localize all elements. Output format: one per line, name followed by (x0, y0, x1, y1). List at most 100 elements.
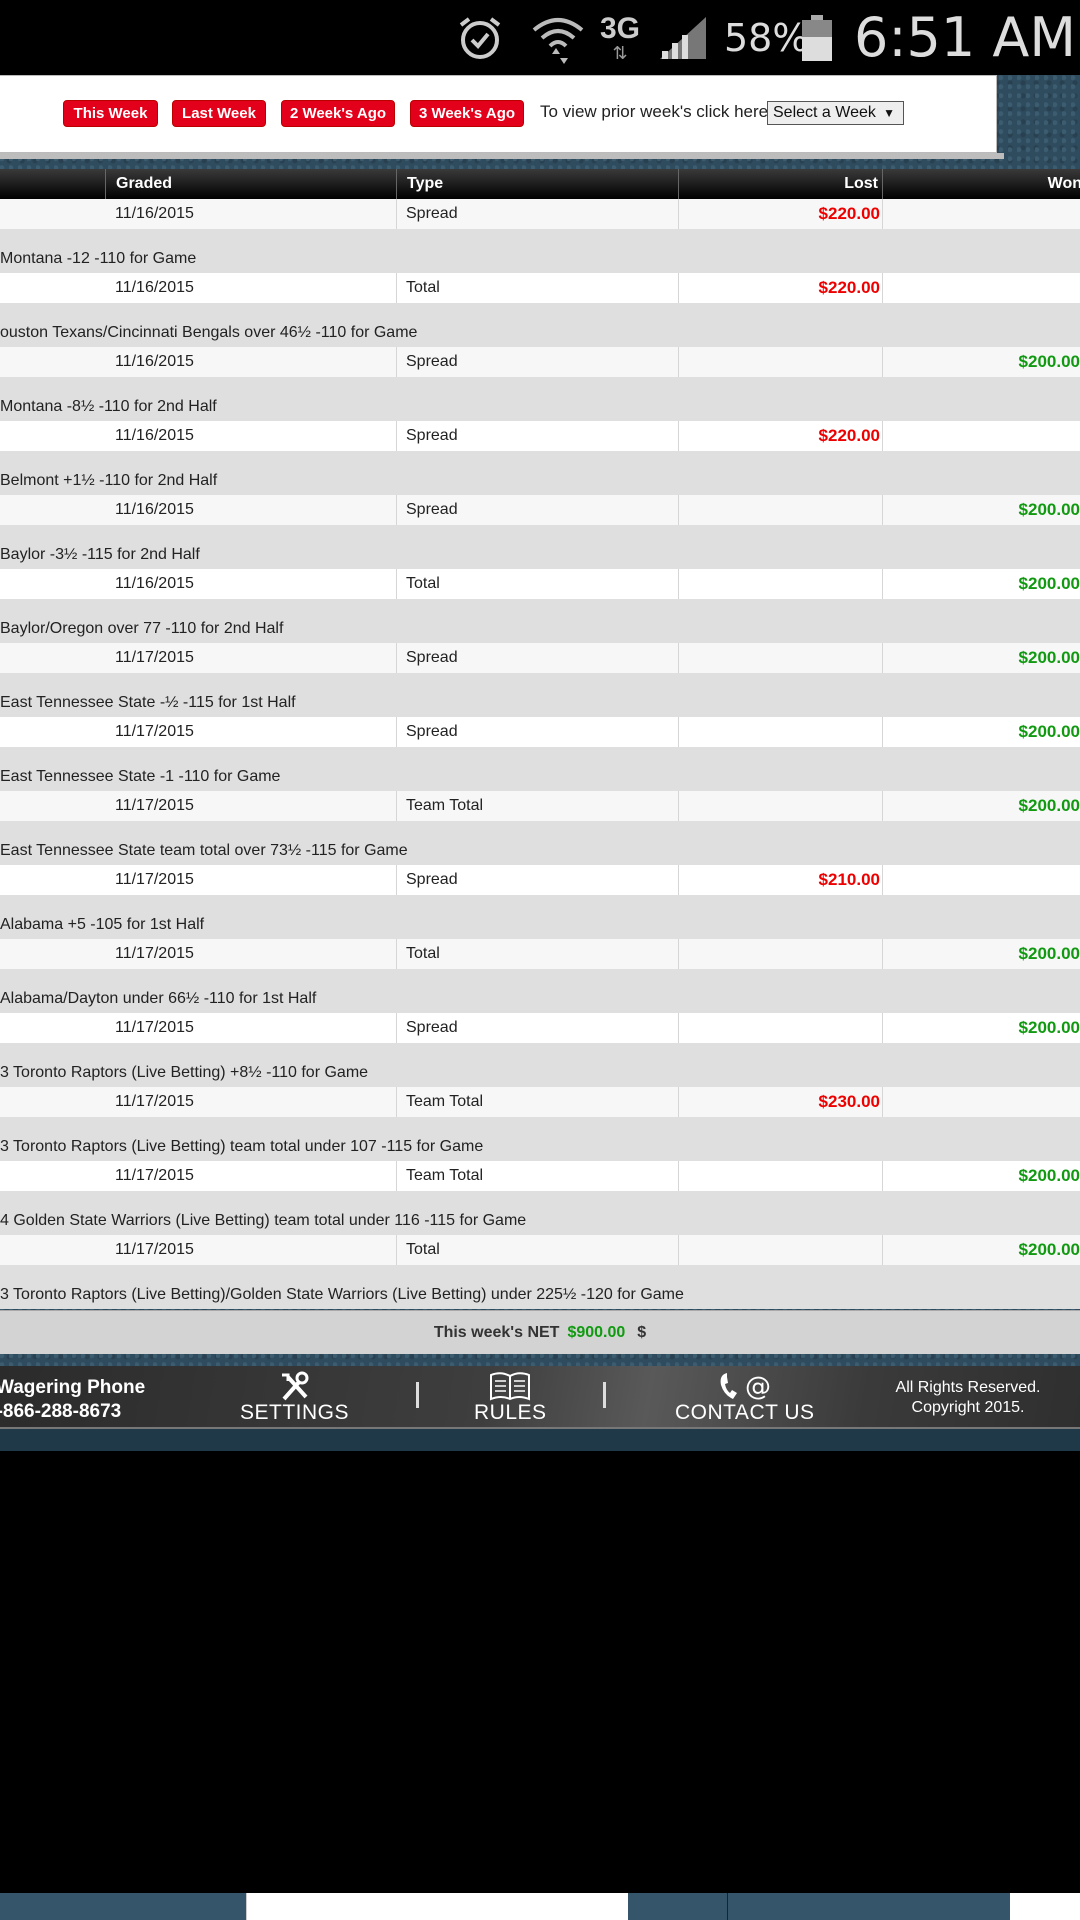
lost-amount (680, 569, 880, 599)
signal-icon (656, 0, 710, 75)
graded-date: 11/16/2015 (115, 575, 194, 592)
lost-amount (680, 347, 880, 377)
graded-date: 11/17/2015 (115, 649, 194, 666)
bet-description-row: East Tennessee State -½ -115 for 1st Hal… (0, 673, 1080, 717)
bet-description: Baylor/Oregon over 77 -110 for 2nd Half (0, 620, 284, 637)
phone-email-icon: @ (720, 1372, 771, 1401)
week-filter-panel: This Week Last Week 2 Week's Ago 3 Week'… (0, 75, 997, 153)
mobile-data-icon: 3G ⇅ (600, 11, 641, 63)
header-graded: Graded (105, 169, 396, 199)
svg-text:@: @ (745, 1372, 771, 1401)
settings-label: SETTINGS (240, 1401, 350, 1424)
wager-type: Team Total (406, 1093, 484, 1110)
footer-separator (416, 1382, 419, 1408)
copyright: All Rights Reserved. Copyright 2015. (882, 1378, 1054, 1418)
bottom-table-fragment (246, 1893, 628, 1920)
graded-date: 11/17/2015 (115, 945, 194, 962)
graded-date: 11/17/2015 (115, 1241, 194, 1258)
table-row: 11/16/2015 Total $200.00 (0, 569, 1080, 599)
won-amount: $200.00 (1018, 1018, 1080, 1037)
won-amount: $200.00 (1018, 574, 1080, 593)
lost-amount (680, 643, 880, 673)
table-row: 11/17/2015 Team Total $230.00 (0, 1087, 1080, 1117)
battery-icon (800, 0, 834, 75)
status-bar: 3G ⇅ 58% 6:51 AM (0, 0, 1080, 75)
footer-separator (603, 1382, 606, 1408)
rules-link[interactable]: RULES (474, 1371, 547, 1425)
phone-number[interactable]: 1-866-288-8673 (0, 1400, 145, 1424)
wager-type: Total (406, 945, 440, 962)
bet-description: East Tennessee State -½ -115 for 1st Hal… (0, 694, 296, 711)
table-row: 11/16/2015 Spread $200.00 (0, 347, 1080, 377)
table-row: 11/17/2015 Spread $200.00 (0, 717, 1080, 747)
bet-description: 3 Toronto Raptors (Live Betting) +8½ -11… (0, 1064, 369, 1081)
wager-type: Total (406, 279, 440, 296)
bet-description-row: Baylor/Oregon over 77 -110 for 2nd Half (0, 599, 1080, 643)
tools-icon (281, 1371, 308, 1401)
clock: 6:51 AM (854, 6, 1076, 69)
week-select[interactable]: Select a Week ▼ (767, 101, 904, 125)
wager-type: Spread (406, 723, 458, 740)
lost-amount: $210.00 (818, 870, 880, 889)
last-week-button[interactable]: Last Week (172, 100, 266, 127)
week-select-value: Select a Week (773, 104, 876, 121)
bet-description-row: Belmont +1½ -110 for 2nd Half (0, 451, 1080, 495)
graded-date: 11/16/2015 (115, 205, 194, 222)
weekly-net-bar: This week's NET $900.00 $ (0, 1310, 1080, 1354)
table-row: 11/17/2015 Total $200.00 (0, 939, 1080, 969)
bet-description: East Tennessee State team total over 73½… (0, 842, 408, 859)
this-week-button[interactable]: This Week (63, 100, 158, 127)
bet-description-row: Baylor -3½ -115 for 2nd Half (0, 525, 1080, 569)
table-row: 11/16/2015 Spread $220.00 (0, 421, 1080, 451)
bet-description-row: Alabama +5 -105 for 1st Half (0, 895, 1080, 939)
won-amount: $200.00 (1018, 1166, 1080, 1185)
three-weeks-ago-button[interactable]: 3 Week's Ago (410, 100, 524, 127)
wager-type: Spread (406, 1019, 458, 1036)
bet-description-row: 3 Toronto Raptors (Live Betting) team to… (0, 1117, 1080, 1161)
wifi-icon (530, 0, 586, 75)
bet-description: East Tennessee State -1 -110 for Game (0, 768, 281, 785)
bet-description-row: Alabama/Dayton under 66½ -110 for 1st Ha… (0, 969, 1080, 1013)
won-amount (884, 865, 1080, 895)
bet-description-row: 3 Toronto Raptors (Live Betting)/Golden … (0, 1265, 1080, 1309)
contact-link[interactable]: @ CONTACT US (675, 1371, 815, 1425)
network-type: 3G (600, 11, 641, 45)
won-amount (884, 1087, 1080, 1117)
two-weeks-ago-button[interactable]: 2 Week's Ago (281, 100, 395, 127)
won-amount: $200.00 (1018, 944, 1080, 963)
won-amount: $200.00 (1018, 500, 1080, 519)
wager-type: Spread (406, 205, 458, 222)
lost-amount (680, 495, 880, 525)
wager-type: Team Total (406, 797, 484, 814)
wager-type: Team Total (406, 1167, 484, 1184)
lost-amount (680, 1235, 880, 1265)
bet-description: Montana -8½ -110 for 2nd Half (0, 398, 217, 415)
wagering-phone: Wagering Phone 1-866-288-8673 (0, 1376, 145, 1424)
won-amount (884, 273, 1080, 303)
bet-description: Baylor -3½ -115 for 2nd Half (0, 546, 200, 563)
graded-date: 11/17/2015 (115, 723, 194, 740)
lost-amount (680, 717, 880, 747)
table-row: 11/17/2015 Spread $200.00 (0, 643, 1080, 673)
wager-type: Total (406, 575, 440, 592)
bet-description: 4 Golden State Warriors (Live Betting) t… (0, 1212, 527, 1229)
footer: Wagering Phone 1-866-288-8673 SETTINGS R… (0, 1366, 1080, 1429)
settings-link[interactable]: SETTINGS (240, 1371, 349, 1425)
header-type: Type (396, 169, 678, 199)
bet-description-row: 3 Toronto Raptors (Live Betting) +8½ -11… (0, 1043, 1080, 1087)
battery-percent: 58% (724, 15, 809, 60)
wager-type: Spread (406, 353, 458, 370)
bet-description-row: East Tennessee State -1 -110 for Game (0, 747, 1080, 791)
graded-date: 11/17/2015 (115, 1167, 194, 1184)
won-amount: $200.00 (1018, 722, 1080, 741)
net-value: $900.00 (567, 1323, 626, 1341)
bet-description: Alabama/Dayton under 66½ -110 for 1st Ha… (0, 990, 317, 1007)
won-amount: $200.00 (1018, 648, 1080, 667)
lost-amount (680, 1013, 880, 1043)
net-label: This week's NET (433, 1323, 560, 1341)
alarm-icon (455, 0, 509, 75)
panel-divider (0, 153, 1004, 159)
wager-type: Spread (406, 427, 458, 444)
book-icon (490, 1372, 531, 1401)
won-amount: $200.00 (1018, 352, 1080, 371)
